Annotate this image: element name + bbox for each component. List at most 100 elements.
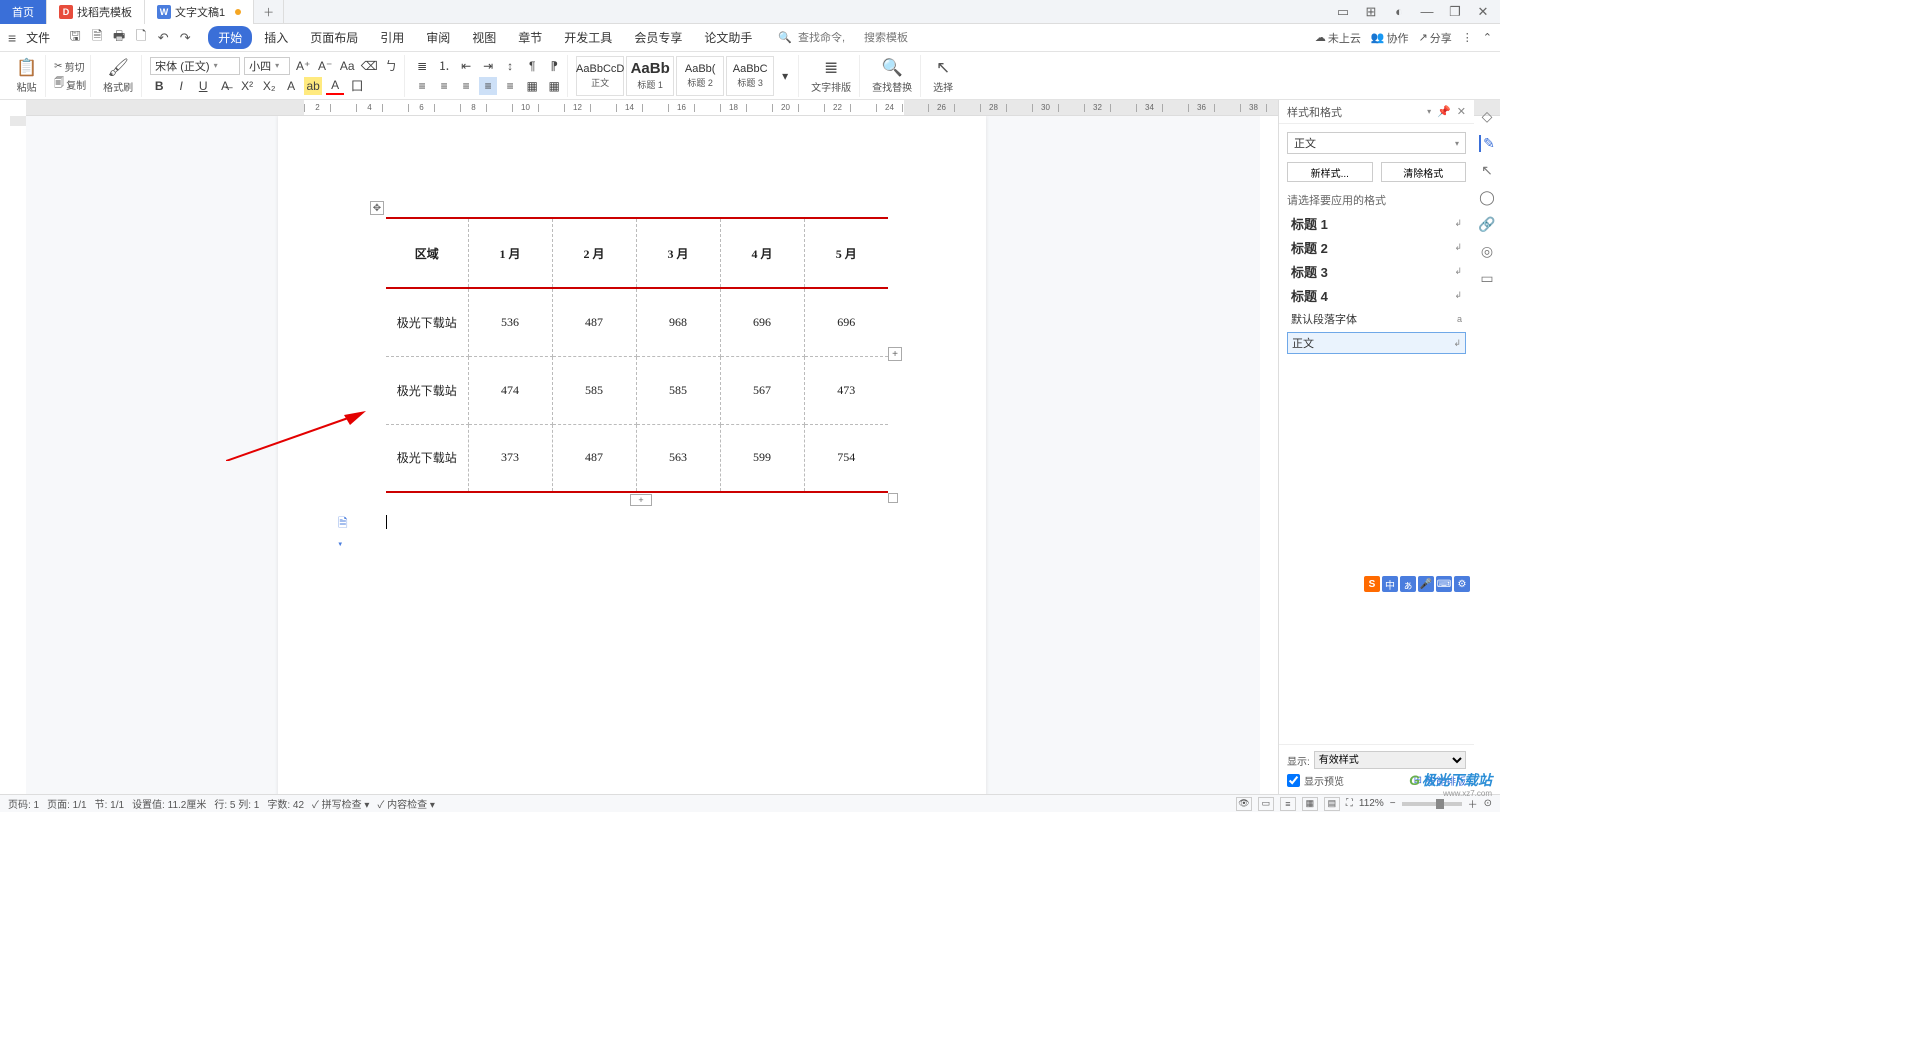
ime-mic-icon[interactable]: 🎤	[1418, 576, 1434, 592]
minimize-button[interactable]: —	[1418, 4, 1436, 20]
style-item-h2[interactable]: 标题 2↲	[1287, 236, 1466, 258]
font-color-icon[interactable]: A	[326, 77, 344, 95]
number-list-icon[interactable]: ⒈	[435, 57, 453, 75]
italic-icon[interactable]: I	[172, 77, 190, 95]
text-effect-icon[interactable]: A	[282, 77, 300, 95]
current-style-select[interactable]: 正文▾	[1287, 132, 1466, 154]
select-button[interactable]: ↖选择	[929, 58, 957, 94]
align-left-icon[interactable]: ≡	[413, 77, 431, 95]
show-marks-icon[interactable]: ⁋	[545, 57, 563, 75]
search-template-input[interactable]	[864, 32, 924, 44]
ime-logo-icon[interactable]: S	[1364, 576, 1380, 592]
coop-button[interactable]: 👥 协作	[1371, 30, 1409, 46]
status-section[interactable]: 节: 1/1	[95, 796, 124, 811]
shrink-font-icon[interactable]: A⁻	[316, 57, 334, 75]
fit-icon[interactable]: ⛶	[1346, 798, 1353, 809]
view-page-icon[interactable]: ▭	[1258, 797, 1274, 811]
undo-icon[interactable]: ↶	[154, 29, 172, 47]
tab-document[interactable]: W 文字文稿1	[145, 0, 254, 24]
status-more-icon[interactable]: ⊙	[1484, 798, 1492, 809]
hamburger-icon[interactable]: ≡	[8, 30, 16, 46]
cut-button[interactable]: ✂ 剪切	[54, 59, 86, 74]
borders-icon[interactable]: ▦	[545, 77, 563, 95]
status-contentcheck[interactable]: ✓ 内容检查 ▾	[377, 796, 434, 811]
style-h3[interactable]: AaBbC标题 3	[726, 56, 774, 96]
table-header[interactable]: 3 月	[636, 218, 720, 288]
zoom-out-icon[interactable]: −	[1390, 798, 1396, 809]
table-header[interactable]: 1 月	[468, 218, 552, 288]
tab-home[interactable]: 首页	[0, 0, 47, 24]
change-case-icon[interactable]: Aa	[338, 57, 356, 75]
preview-icon[interactable]: 🗋	[132, 29, 150, 47]
style-h1[interactable]: AaBb标题 1	[626, 56, 674, 96]
bold-icon[interactable]: B	[150, 77, 168, 95]
ime-settings-icon[interactable]: ⚙	[1454, 576, 1470, 592]
side-location-icon[interactable]: ◎	[1481, 243, 1493, 260]
status-page[interactable]: 页面: 1/1	[47, 796, 86, 811]
table-header[interactable]: 区域	[386, 218, 468, 288]
add-column-button[interactable]: +	[888, 347, 902, 361]
format-painter-button[interactable]: 🖌格式刷	[99, 58, 137, 94]
side-link-icon[interactable]: 🔗	[1478, 216, 1495, 233]
close-button[interactable]: ✕	[1474, 4, 1492, 20]
style-item-default-font[interactable]: 默认段落字体a	[1287, 308, 1466, 330]
view-web-icon[interactable]: ▦	[1302, 797, 1318, 811]
tab-thesis[interactable]: 论文助手	[694, 26, 762, 49]
align-center-icon[interactable]: ≡	[435, 77, 453, 95]
subscript-icon[interactable]: X₂	[260, 77, 278, 95]
align-right-icon[interactable]: ≡	[457, 77, 475, 95]
maximize-button[interactable]: ❐	[1446, 4, 1464, 20]
distribute-icon[interactable]: ≡	[501, 77, 519, 95]
tab-pagelayout[interactable]: 页面布局	[300, 26, 368, 49]
apps-icon[interactable]: ⊞	[1362, 4, 1380, 20]
table-resize-handle[interactable]	[888, 493, 898, 503]
style-item-h3[interactable]: 标题 3↲	[1287, 260, 1466, 282]
tab-review[interactable]: 审阅	[416, 26, 460, 49]
tab-ref[interactable]: 引用	[370, 26, 414, 49]
tab-insert[interactable]: 插入	[254, 26, 298, 49]
tab-view[interactable]: 视图	[462, 26, 506, 49]
align-justify-icon[interactable]: ≡	[479, 77, 497, 95]
vertical-ruler[interactable]	[10, 116, 26, 794]
side-styles-icon[interactable]: ✎	[1479, 135, 1495, 152]
user-icon[interactable]: ◐	[1390, 4, 1408, 20]
table-header[interactable]: 5 月	[804, 218, 888, 288]
underline-icon[interactable]: U	[194, 77, 212, 95]
ime-punct-icon[interactable]: ぁ	[1400, 576, 1416, 592]
view-read-icon[interactable]: 👁	[1236, 797, 1252, 811]
more-icon[interactable]: ⋮	[1462, 31, 1473, 44]
font-name-select[interactable]: 宋体 (正文)▾	[150, 57, 240, 75]
ime-toolbar[interactable]: S 中 ぁ 🎤 ⌨ ⚙	[1364, 576, 1470, 592]
status-spellcheck[interactable]: ✓ 拼写检查 ▾	[312, 796, 369, 811]
layout-icon[interactable]: ▭	[1334, 4, 1352, 20]
paragraph-options-icon[interactable]: 🗎▾	[338, 514, 350, 528]
preview-checkbox[interactable]	[1287, 774, 1300, 787]
search-command-input[interactable]	[798, 32, 858, 44]
clear-format-icon[interactable]: ⌫	[360, 57, 378, 75]
status-pagecode[interactable]: 页码: 1	[8, 796, 39, 811]
tab-dev[interactable]: 开发工具	[554, 26, 622, 49]
add-row-button[interactable]: +	[630, 494, 652, 506]
zoom-in-icon[interactable]: ＋	[1468, 796, 1478, 811]
linespacing-icon[interactable]: ¶	[523, 57, 541, 75]
text-layout-button[interactable]: ≣文字排版	[807, 58, 855, 94]
document-area[interactable]: ✥ 区域 1 月 2 月 3 月 4 月 5 月 极光下载站5364879686…	[26, 116, 1260, 794]
phonetic-icon[interactable]: ㄅ	[382, 57, 400, 75]
table-row[interactable]: 极光下载站373487563599754	[386, 424, 888, 492]
font-size-select[interactable]: 小四▾	[244, 57, 290, 75]
grow-font-icon[interactable]: A⁺	[294, 57, 312, 75]
view-outline-icon[interactable]: ≡	[1280, 797, 1296, 811]
style-item-body[interactable]: 正文↲	[1287, 332, 1466, 354]
show-select[interactable]: 有效样式	[1314, 751, 1466, 769]
saveas-icon[interactable]: 🗎	[88, 29, 106, 47]
share-button[interactable]: ↗ 分享	[1419, 30, 1452, 46]
table-row[interactable]: 极光下载站536487968696696	[386, 288, 888, 356]
print-icon[interactable]: 🖶	[110, 29, 128, 47]
strike-icon[interactable]: A̶	[216, 77, 234, 95]
shading-icon[interactable]: ▦	[523, 77, 541, 95]
sort-icon[interactable]: ↕	[501, 57, 519, 75]
tab-vip[interactable]: 会员专享	[624, 26, 692, 49]
indent-inc-icon[interactable]: ⇥	[479, 57, 497, 75]
paste-button[interactable]: 📋粘贴	[12, 58, 41, 94]
status-position[interactable]: 设置值: 11.2厘米	[132, 796, 206, 811]
